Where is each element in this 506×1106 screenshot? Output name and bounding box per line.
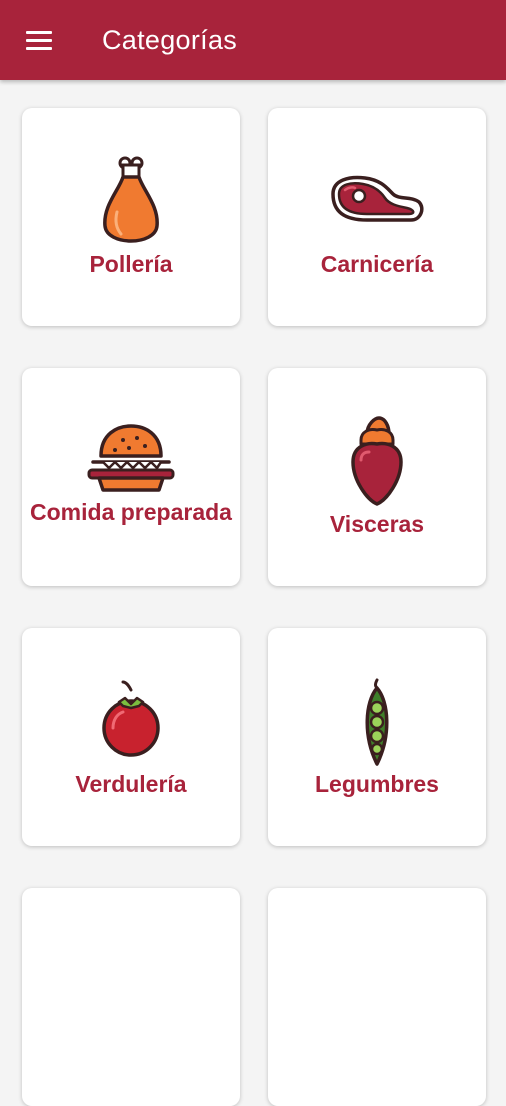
- category-card-comida-preparada[interactable]: Comida preparada: [22, 368, 240, 586]
- category-card-partial[interactable]: [268, 888, 486, 1106]
- category-card-partial[interactable]: [22, 888, 240, 1106]
- category-label: Verdulería: [75, 771, 187, 797]
- category-card-polleria[interactable]: Pollería: [22, 108, 240, 326]
- category-grid: Pollería Carnicería Comida preparada Vis…: [0, 0, 506, 1106]
- category-label: Carnicería: [320, 251, 434, 277]
- menu-button[interactable]: [22, 26, 58, 56]
- app-bar: Categorías: [0, 0, 506, 80]
- chicken-drumstick-icon: [81, 154, 181, 254]
- steak-icon: [327, 154, 427, 254]
- category-label: Pollería: [89, 251, 173, 277]
- category-label: Visceras: [329, 511, 425, 537]
- category-label: Legumbres: [315, 771, 439, 797]
- offal-icon: [327, 414, 427, 514]
- category-card-carniceria[interactable]: Carnicería: [268, 108, 486, 326]
- category-card-legumbres[interactable]: Legumbres: [268, 628, 486, 846]
- category-card-visceras[interactable]: Visceras: [268, 368, 486, 586]
- category-label: Comida preparada: [30, 499, 232, 525]
- page-title: Categorías: [102, 25, 238, 55]
- pea-pod-icon: [327, 674, 427, 774]
- tomato-icon: [81, 674, 181, 774]
- category-card-verduleria[interactable]: Verdulería: [22, 628, 240, 846]
